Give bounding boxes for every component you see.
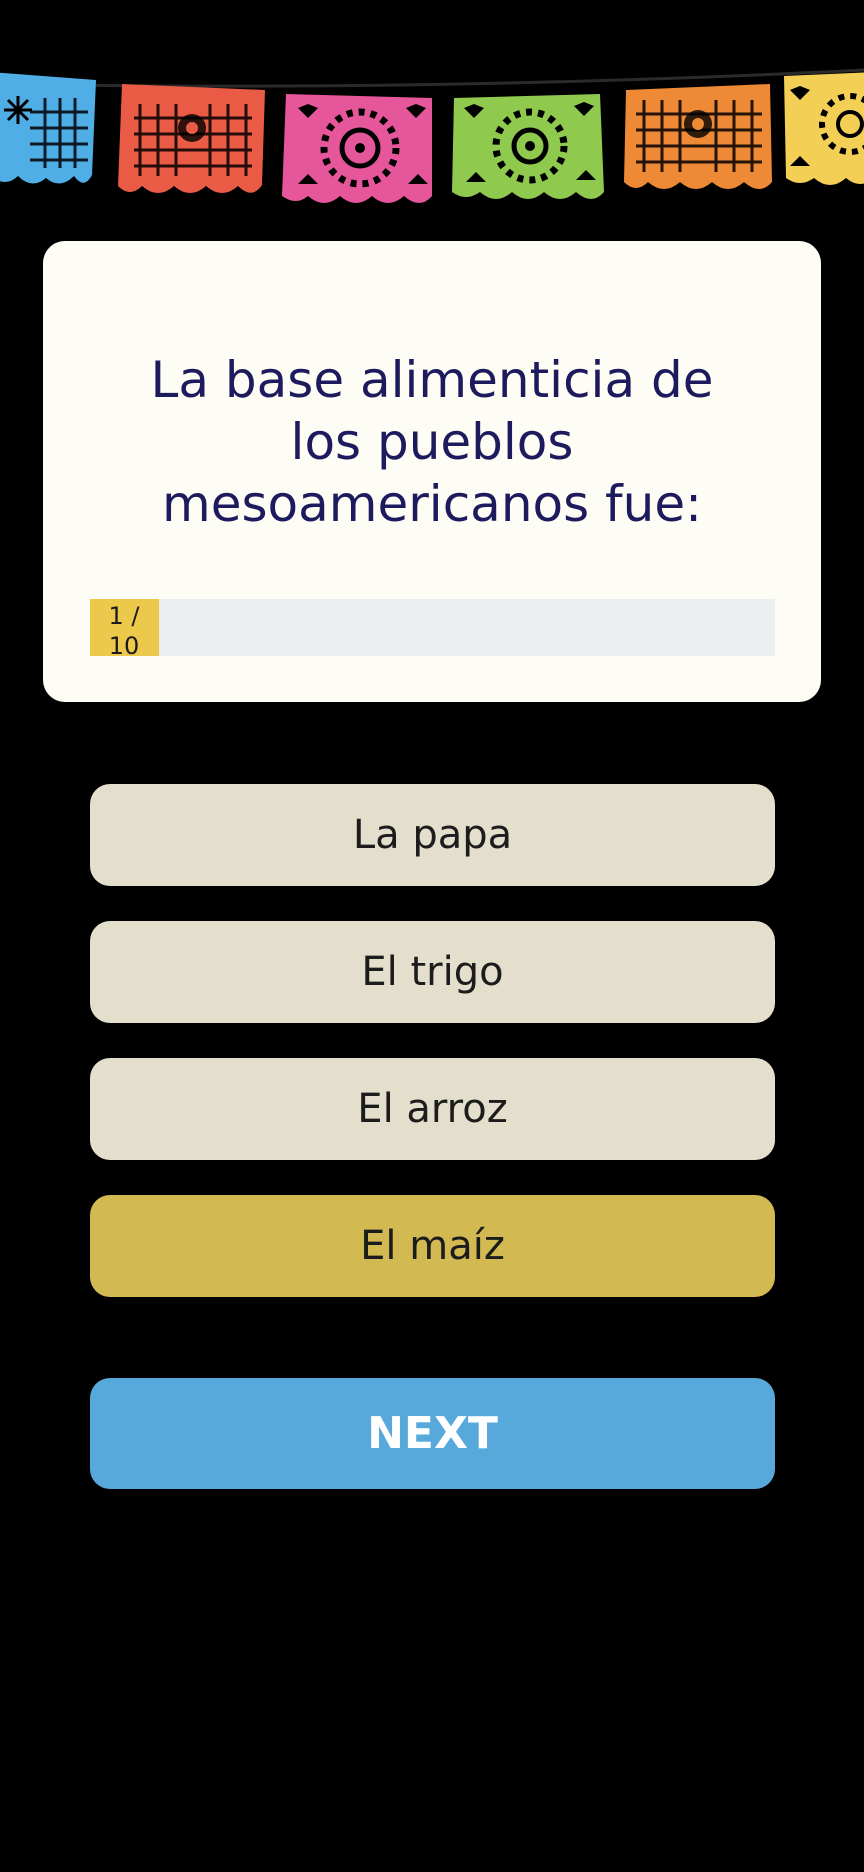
- banner-flag-red: [118, 84, 265, 193]
- progress-label: 1 / 10: [108, 602, 140, 660]
- question-card: La base alimenticia de los pueblos mesoa…: [43, 241, 821, 702]
- answer-option-label: La papa: [352, 812, 513, 858]
- banner-flag-yellow: [784, 72, 864, 185]
- answer-option-label: El arroz: [357, 1086, 508, 1132]
- question-text: La base alimenticia de los pueblos mesoa…: [150, 351, 714, 533]
- banner-flag-green: [452, 94, 604, 199]
- progress-bar: 1 / 10: [90, 599, 775, 660]
- answer-option-4[interactable]: El maíz: [90, 1195, 775, 1297]
- next-button[interactable]: NEXT: [90, 1378, 775, 1489]
- answer-option-3[interactable]: El arroz: [90, 1058, 775, 1160]
- papel-picado-banner: [0, 68, 864, 203]
- answer-option-label: El trigo: [361, 949, 504, 995]
- answer-option-2[interactable]: El trigo: [90, 921, 775, 1023]
- quiz-screen: La base alimenticia de los pueblos mesoa…: [0, 0, 864, 1872]
- banner-flag-orange: [624, 84, 772, 189]
- answer-option-1[interactable]: La papa: [90, 784, 775, 886]
- next-button-label: NEXT: [367, 1408, 498, 1459]
- banner-flag-pink: [282, 94, 432, 203]
- banner-flag-blue: [0, 72, 96, 184]
- answer-option-label: El maíz: [360, 1223, 505, 1269]
